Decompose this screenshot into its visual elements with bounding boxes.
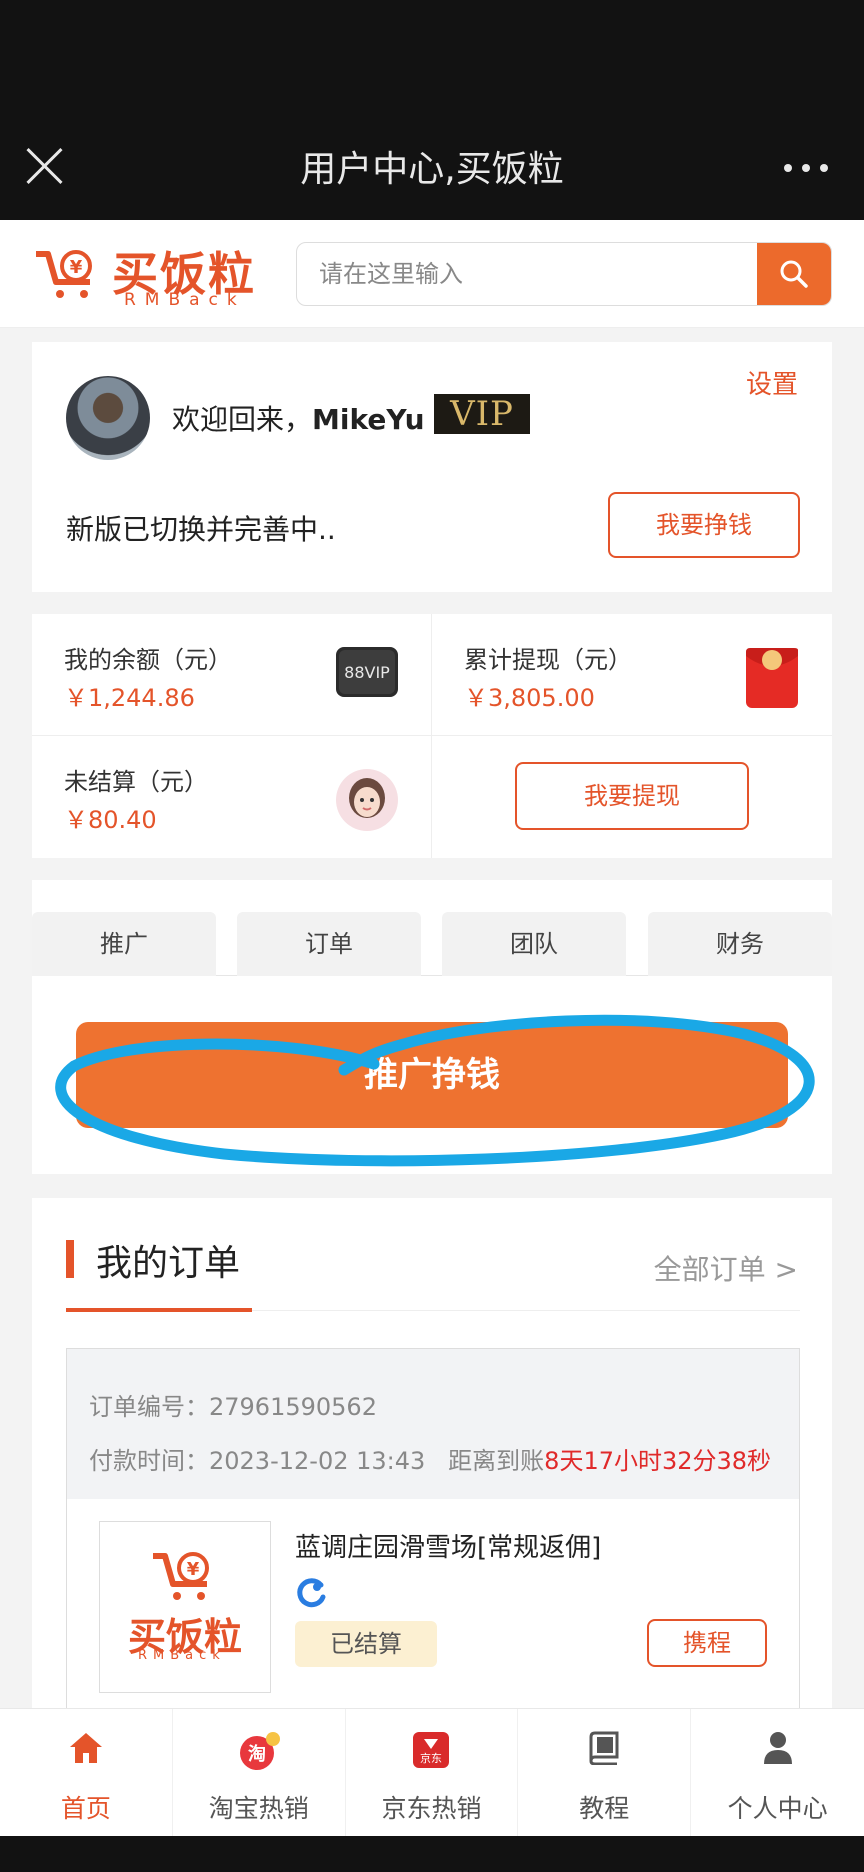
jd-icon: 京东 xyxy=(413,1732,450,1768)
search-icon xyxy=(780,260,808,288)
promotion-panel: 推广 订单 团队 财务 推广挣钱 xyxy=(32,880,832,1174)
red-envelope-icon xyxy=(744,646,800,714)
earn-money-button[interactable]: 我要挣钱 xyxy=(608,492,800,558)
payment-time: 付款时间：2023-12-02 13:43 距离到账8天17小时32分38秒 xyxy=(89,1447,772,1475)
order-number: 订单编号：27961590562 xyxy=(89,1393,377,1421)
tab-orders[interactable]: 订单 xyxy=(237,912,421,976)
page-title: 用户中心,买饭粒 xyxy=(300,149,564,190)
my-balance-label: 我的余额（元） xyxy=(64,646,232,674)
logo-subtext: RMBack xyxy=(124,290,246,310)
ctrip-icon xyxy=(297,1578,326,1608)
app-top-bar: 用户中心,买饭粒 xyxy=(0,0,864,220)
balance-panel: 我的余额（元） ￥1,244.86 88VIP 累计提现（元） ￥3,805.0… xyxy=(32,614,832,858)
search-bar xyxy=(296,242,832,306)
version-notice: 新版已切换并完善中.. xyxy=(66,513,336,546)
settings-link[interactable]: 设置 xyxy=(746,364,798,401)
withdraw-cell: 我要提现 xyxy=(432,736,832,858)
promote-earn-button[interactable]: 推广挣钱 xyxy=(76,1022,788,1128)
arrival-countdown: 8天17小时32分38秒 xyxy=(544,1447,772,1475)
avatar[interactable] xyxy=(66,376,150,460)
system-navigation-bar xyxy=(0,1836,864,1872)
search-button[interactable] xyxy=(757,243,831,305)
unsettled-label: 未结算（元） xyxy=(64,768,208,796)
orders-title: 我的订单 xyxy=(96,1243,241,1284)
taobao-icon: 淘 xyxy=(239,1732,280,1770)
total-withdraw-value: ￥3,805.00 xyxy=(464,684,595,712)
tab-finance[interactable]: 财务 xyxy=(648,912,832,976)
88vip-icon: 88VIP xyxy=(335,646,399,702)
user-icon xyxy=(763,1732,792,1764)
tab-bar: 推广 订单 团队 财务 xyxy=(32,912,832,976)
my-orders-card: 我的订单 全部订单 > 订单编号：27961590562 付款时间：2023-1… xyxy=(32,1198,832,1710)
all-orders-link[interactable]: 全部订单 > xyxy=(654,1248,798,1288)
welcome-message: 欢迎回来，MikeYu xyxy=(172,398,425,438)
svg-text:¥: ¥ xyxy=(187,1559,200,1580)
welcome-prefix: 欢迎回来， xyxy=(172,403,313,436)
thumb-brand-subtext: RMBack xyxy=(138,1648,226,1663)
logo[interactable]: ¥ 买饭粒 RMBack xyxy=(34,238,264,316)
bottom-navigation: 首页 淘 淘宝热销 京东 京东热销 教程 个人中心 xyxy=(0,1708,864,1837)
thumb-cart-icon: ¥ xyxy=(153,1552,209,1600)
nav-tutorial[interactable]: 教程 xyxy=(518,1709,692,1837)
my-balance-cell: 我的余额（元） ￥1,244.86 88VIP xyxy=(32,614,432,736)
username: MikeYu xyxy=(312,403,425,436)
status-badge: 已结算 xyxy=(295,1621,437,1667)
nav-home[interactable]: 首页 xyxy=(0,1709,173,1837)
profile-card: 欢迎回来，MikeYu VIP 设置 新版已切换并完善中.. 我要挣钱 xyxy=(32,342,832,592)
nav-taobao[interactable]: 淘 淘宝热销 xyxy=(173,1709,346,1837)
home-icon xyxy=(69,1733,102,1763)
ctrip-button[interactable]: 携程 xyxy=(647,1619,767,1667)
unsettled-value: ￥80.40 xyxy=(64,806,157,834)
girl-avatar-icon xyxy=(335,768,399,836)
vip-badge: VIP xyxy=(434,394,530,434)
nav-profile[interactable]: 个人中心 xyxy=(691,1709,864,1837)
svg-text:京东: 京东 xyxy=(420,1751,442,1765)
total-withdraw-label: 累计提现（元） xyxy=(464,646,632,674)
order-item[interactable]: 订单编号：27961590562 付款时间：2023-12-02 13:43 距… xyxy=(66,1348,800,1710)
product-thumbnail[interactable]: ¥ 买饭粒 RMBack xyxy=(99,1521,271,1693)
search-input[interactable] xyxy=(297,243,759,305)
section-accent-bar xyxy=(66,1240,74,1278)
section-underline-accent xyxy=(66,1308,252,1312)
svg-text:88VIP: 88VIP xyxy=(344,663,390,682)
more-options-icon[interactable] xyxy=(784,164,828,172)
my-balance-value: ￥1,244.86 xyxy=(64,684,195,712)
total-withdraw-cell: 累计提现（元） ￥3,805.00 xyxy=(432,614,832,736)
tab-team[interactable]: 团队 xyxy=(442,912,626,976)
unsettled-cell: 未结算（元） ￥80.40 xyxy=(32,736,432,858)
nav-jd[interactable]: 京东 京东热销 xyxy=(346,1709,519,1837)
order-header: 订单编号：27961590562 付款时间：2023-12-02 13:43 距… xyxy=(67,1349,799,1499)
logo-cart-icon: ¥ xyxy=(36,250,92,298)
withdraw-button[interactable]: 我要提现 xyxy=(515,762,749,830)
tab-promote[interactable]: 推广 xyxy=(32,912,216,976)
book-icon xyxy=(589,1731,619,1765)
svg-text:¥: ¥ xyxy=(70,257,83,278)
svg-text:淘: 淘 xyxy=(248,1743,266,1765)
product-name[interactable]: 蓝调庄园滑雪场[常规返佣] xyxy=(295,1527,601,1564)
site-header: ¥ 买饭粒 RMBack xyxy=(0,220,864,328)
